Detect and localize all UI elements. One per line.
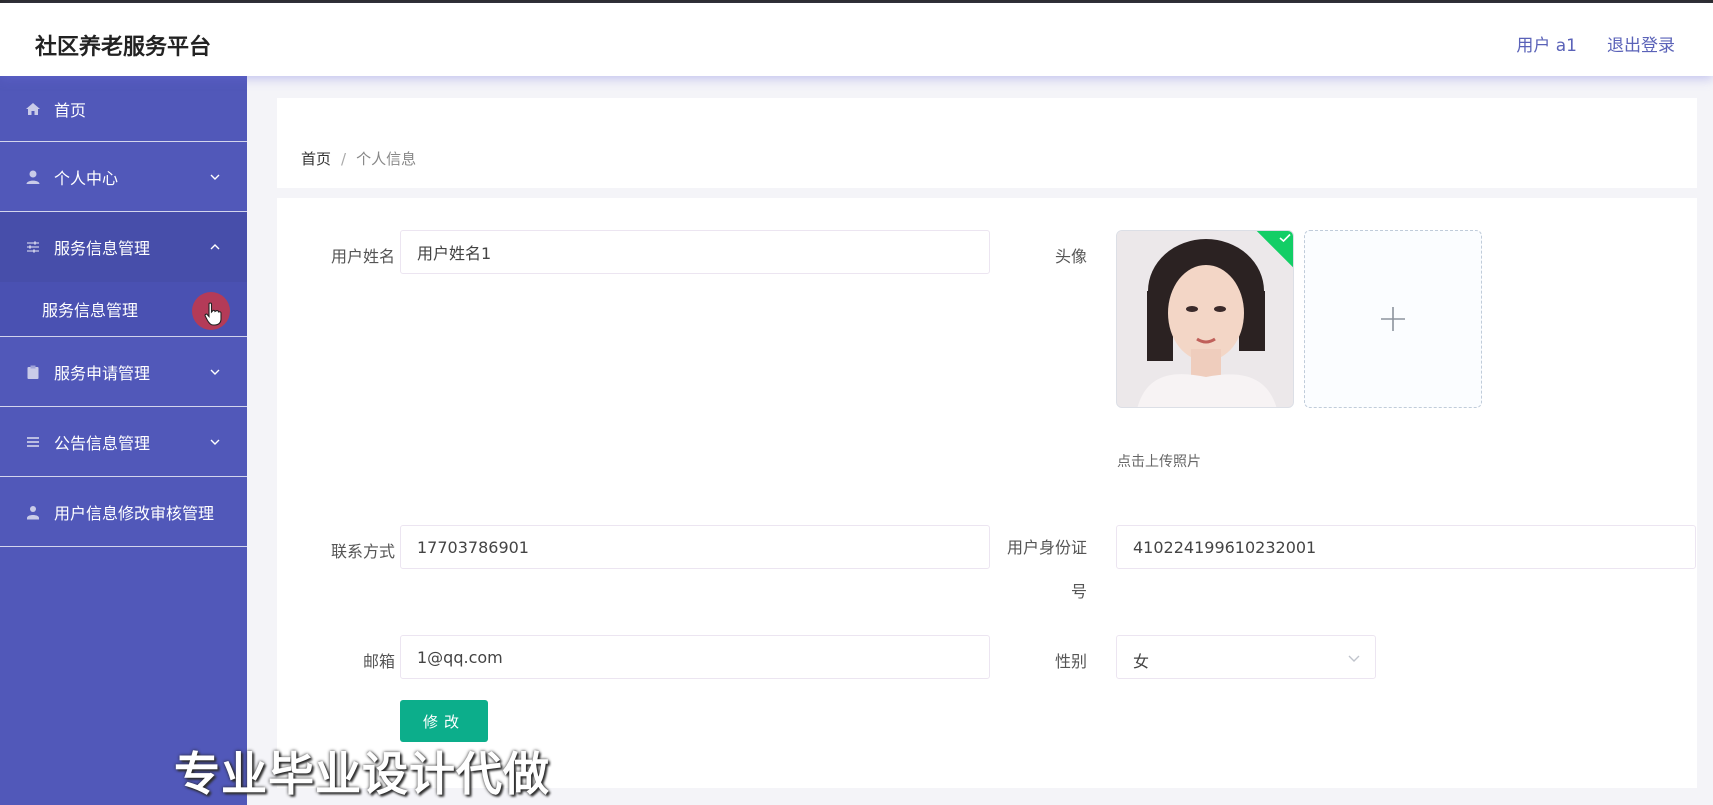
phone-input[interactable]	[400, 525, 990, 569]
home-icon	[24, 100, 42, 118]
sidebar-subitem-service-info[interactable]: 服务信息管理	[0, 282, 247, 337]
breadcrumb-card: 首页 / 个人信息	[277, 98, 1697, 188]
app-title: 社区养老服务平台	[35, 35, 212, 60]
avatar-upload-button[interactable]	[1304, 230, 1482, 408]
sidebar-item-personal-center[interactable]: 个人中心	[0, 142, 247, 212]
header-actions: 用户 a1 退出登录	[1516, 31, 1675, 56]
id-number-input[interactable]	[1116, 525, 1696, 569]
gender-label: 性别	[1054, 652, 1087, 671]
user-upload-icon	[24, 503, 42, 521]
chevron-down-icon	[210, 174, 220, 180]
current-user-label: 用户 a1	[1516, 36, 1577, 56]
sidebar-item-label: 个人中心	[54, 168, 119, 188]
sidebar-item-label: 用户信息修改审核管理	[54, 503, 215, 523]
phone-label: 联系方式	[330, 542, 395, 561]
id-number-label: 用户身份证号	[1006, 538, 1087, 601]
username-label: 用户姓名	[330, 247, 395, 266]
sidebar-item-label: 服务信息管理	[54, 239, 151, 258]
chevron-down-icon	[210, 369, 220, 375]
avatar-label: 头像	[1054, 247, 1087, 266]
sidebar-item-service-request[interactable]: 服务申请管理	[0, 337, 247, 407]
sidebar-item-announcement[interactable]: 公告信息管理	[0, 407, 247, 477]
sidebar-item-home[interactable]: 首页	[0, 76, 247, 142]
check-icon	[1279, 233, 1291, 243]
chevron-up-icon	[210, 244, 220, 250]
hand-cursor-icon	[204, 302, 222, 326]
modify-button[interactable]: 修改	[400, 700, 488, 742]
breadcrumb: 首页 / 个人信息	[301, 148, 416, 169]
watermark-text: 专业毕业设计代做	[174, 747, 550, 801]
gender-selected-value: 女	[1133, 652, 1150, 671]
breadcrumb-current: 个人信息	[356, 150, 417, 168]
email-input[interactable]	[400, 635, 990, 679]
sliders-icon	[24, 238, 42, 256]
user-icon	[24, 168, 42, 186]
sidebar-item-service-info[interactable]: 服务信息管理	[0, 212, 247, 282]
list-icon	[24, 433, 42, 451]
username-input[interactable]	[400, 230, 990, 274]
avatar-photo[interactable]	[1116, 230, 1294, 408]
avatar-portrait-image	[1117, 231, 1293, 407]
upload-tip: 点击上传照片	[1117, 454, 1201, 470]
breadcrumb-separator: /	[341, 150, 347, 168]
sidebar-item-label: 服务申请管理	[54, 363, 151, 383]
sidebar-subitem-label: 服务信息管理	[42, 301, 139, 320]
clipboard-icon	[24, 363, 42, 381]
email-label: 邮箱	[362, 652, 395, 671]
logout-link[interactable]: 退出登录	[1607, 31, 1675, 56]
plus-icon	[1381, 307, 1405, 331]
sidebar-item-user-info-review[interactable]: 用户信息修改审核管理	[0, 477, 247, 547]
gender-select[interactable]: 女	[1116, 635, 1376, 679]
main-content: 首页 / 个人信息 用户姓名 头像	[247, 76, 1713, 805]
chevron-down-icon	[210, 439, 220, 445]
top-header: 社区养老服务平台 用户 a1 退出登录	[0, 3, 1713, 76]
sidebar-menu: 首页 个人中心 服务信息管理 服务信息管理 服务申请管理 公告信息管理 用户信息…	[0, 76, 247, 805]
sidebar-item-label: 首页	[54, 100, 87, 120]
breadcrumb-home-link[interactable]: 首页	[301, 150, 331, 168]
chevron-down-icon	[1348, 655, 1360, 662]
profile-form: 用户姓名 头像 点击上传照片 联系方式	[277, 198, 1697, 788]
sidebar-item-label: 公告信息管理	[54, 433, 151, 453]
